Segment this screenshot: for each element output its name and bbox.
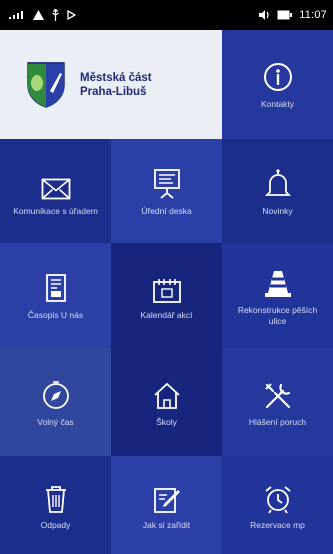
tile-uredni-deska[interactable]: Úřední deska [111,139,222,243]
pen-paper-icon [152,480,182,514]
tile-kalendar[interactable]: Kalendář akcí [111,243,222,348]
battery-icon [277,10,293,20]
volume-icon [258,10,270,20]
municipality-name: Městská část Praha-Libuš [80,71,152,99]
tile-hlaseni-poruch[interactable]: Hlášení poruch [222,348,333,456]
house-icon [152,377,182,411]
signal-icon [8,10,26,20]
tile-kontakty[interactable]: Kontakty [222,30,333,139]
presentation-board-icon [153,166,181,200]
envelope-icon [41,166,71,200]
tile-rekonstrukce[interactable]: Rekonstrukce pěších ulice [222,243,333,348]
trash-icon [43,480,69,514]
tile-jak-si-zaridit[interactable]: Jak si zařídit [111,456,222,554]
alarm-clock-icon [263,480,293,514]
tile-label: Rekonstrukce pěších ulice [237,304,318,326]
municipality-name-line2: Praha-Libuš [80,85,147,98]
tile-novinky[interactable]: Novinky [222,139,333,243]
tile-casopis[interactable]: Časopis U nás [0,243,111,348]
menu-grid: Městská část Praha-Libuš Kontakty Komuni… [0,30,333,554]
tile-label: Komunikace s úřadem [13,205,98,216]
tile-label: Odpady [40,519,71,530]
status-time: 11:07 [299,9,327,21]
cast-icon [67,10,77,20]
warning-icon [33,10,44,20]
info-icon [263,59,293,93]
calendar-icon [152,270,182,304]
tile-odpady[interactable]: Odpady [0,456,111,554]
traffic-cone-icon [263,265,293,299]
tile-label: Kontakty [260,99,295,109]
tile-label: Školy [156,416,177,427]
tile-label: Kalendář akcí [140,310,193,320]
magazine-icon [44,270,68,304]
tile-label: Jak si zařídit [142,519,191,530]
compass-icon [41,377,71,411]
tile-label: Úřední deska [141,205,192,216]
tile-label: Hlášení poruch [248,416,307,427]
tools-icon [263,377,293,411]
tile-volny-cas[interactable]: Volný čas [0,348,111,456]
tile-label: Volný čas [37,416,74,427]
tile-komunikace[interactable]: Komunikace s úřadem [0,139,111,243]
usb-icon [51,9,60,21]
tile-rezervace[interactable]: Rezervace mp [222,456,333,554]
tile-label: Časopis U nás [27,310,84,320]
tile-label: Rezervace mp [250,519,305,530]
coat-of-arms-icon [26,61,66,109]
status-bar: 11:07 [0,0,333,30]
tile-label: Novinky [262,205,293,216]
municipality-name-line1: Městská část [80,71,152,84]
municipality-header: Městská část Praha-Libuš [0,30,222,139]
tile-skoly[interactable]: Školy [111,348,222,456]
bell-icon [264,166,291,200]
